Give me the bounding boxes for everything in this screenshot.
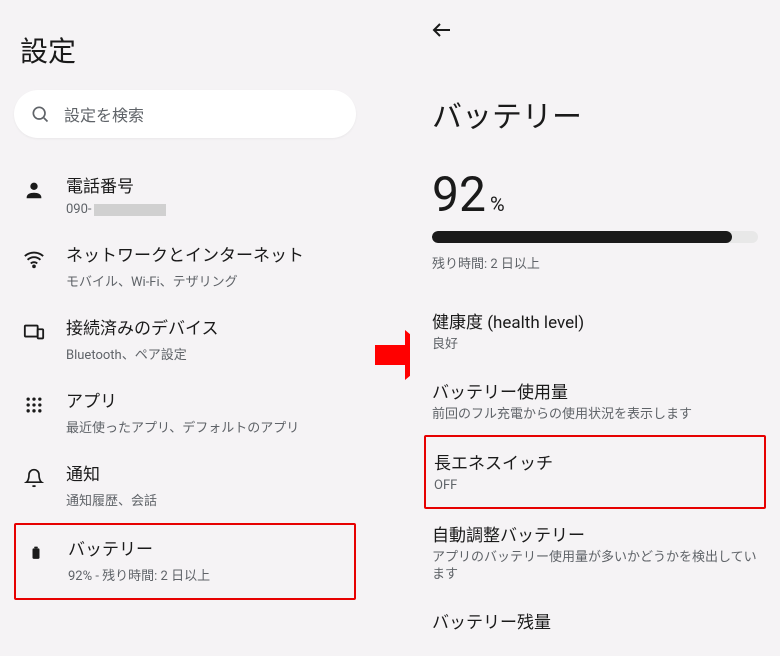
row-title: 長エネスイッチ	[434, 449, 756, 474]
settings-panel: 設定 設定を検索 電話番号 090- ネットワークとインターネット モバイル、W…	[0, 0, 370, 656]
item-subtitle: 通知履歴、会話	[66, 490, 348, 509]
item-title: バッテリー	[68, 539, 346, 562]
apps-icon	[22, 393, 46, 417]
row-subtitle: 前回のフル充電からの使用状況を表示します	[432, 406, 758, 424]
battery-row-remaining[interactable]: バッテリー残量	[424, 596, 766, 645]
item-subtitle: 92% - 残り時間: 2 日以上	[68, 565, 346, 584]
battery-percent-value: 92	[432, 166, 486, 223]
item-subtitle: 最近使ったアプリ、デフォルトのアプリ	[66, 417, 348, 436]
wifi-icon	[22, 247, 46, 271]
person-icon	[22, 178, 46, 202]
search-placeholder: 設定を検索	[64, 102, 144, 126]
item-title: 接続済みのデバイス	[66, 318, 348, 341]
search-icon	[30, 104, 50, 124]
battery-row-health[interactable]: 健康度 (health level) 良好	[424, 296, 766, 366]
settings-item-notifications[interactable]: 通知 通知履歴、会話	[14, 450, 356, 523]
battery-row-usage[interactable]: バッテリー使用量 前回のフル充電からの使用状況を表示します	[424, 366, 766, 436]
row-title: 自動調整バッテリー	[432, 521, 758, 546]
percent-symbol: %	[490, 192, 505, 216]
row-subtitle: 良好	[432, 336, 758, 354]
page-title: バッテリー	[432, 92, 766, 136]
settings-item-battery[interactable]: バッテリー 92% - 残り時間: 2 日以上	[14, 523, 356, 600]
bell-icon	[22, 466, 46, 490]
redacted-phone	[94, 204, 166, 216]
page-title: 設定	[20, 30, 356, 70]
battery-progress-fill	[432, 231, 732, 243]
battery-icon	[24, 541, 48, 565]
settings-item-devices[interactable]: 接続済みのデバイス Bluetooth、ペア設定	[14, 304, 356, 377]
battery-panel: バッテリー 92 % 残り時間: 2 日以上 健康度 (health level…	[410, 0, 780, 656]
settings-item-network[interactable]: ネットワークとインターネット モバイル、Wi-Fi、テザリング	[14, 231, 356, 304]
item-subtitle: 090-	[66, 202, 348, 217]
item-title: 通知	[66, 464, 348, 487]
back-button[interactable]	[430, 18, 454, 42]
row-subtitle: アプリのバッテリー使用量が多いかどうかを検出しています	[432, 549, 758, 584]
battery-progress-bar	[432, 231, 758, 243]
search-input[interactable]: 設定を検索	[14, 90, 356, 138]
item-title: 電話番号	[66, 176, 348, 199]
item-subtitle: モバイル、Wi-Fi、テザリング	[66, 271, 348, 290]
battery-percentage: 92 %	[432, 166, 766, 223]
settings-item-apps[interactable]: アプリ 最近使ったアプリ、デフォルトのアプリ	[14, 377, 356, 450]
battery-row-energy-switch[interactable]: 長エネスイッチ OFF	[424, 435, 766, 509]
settings-item-phone[interactable]: 電話番号 090-	[14, 162, 356, 231]
item-title: ネットワークとインターネット	[66, 245, 348, 268]
battery-row-adaptive[interactable]: 自動調整バッテリー アプリのバッテリー使用量が多いかどうかを検出しています	[424, 509, 766, 596]
item-subtitle: Bluetooth、ペア設定	[66, 344, 348, 363]
devices-icon	[22, 320, 46, 344]
row-title: バッテリー残量	[432, 608, 758, 633]
row-title: 健康度 (health level)	[432, 308, 758, 333]
remaining-time: 残り時間: 2 日以上	[432, 253, 766, 272]
row-subtitle: OFF	[434, 477, 756, 495]
row-title: バッテリー使用量	[432, 378, 758, 403]
item-title: アプリ	[66, 391, 348, 414]
